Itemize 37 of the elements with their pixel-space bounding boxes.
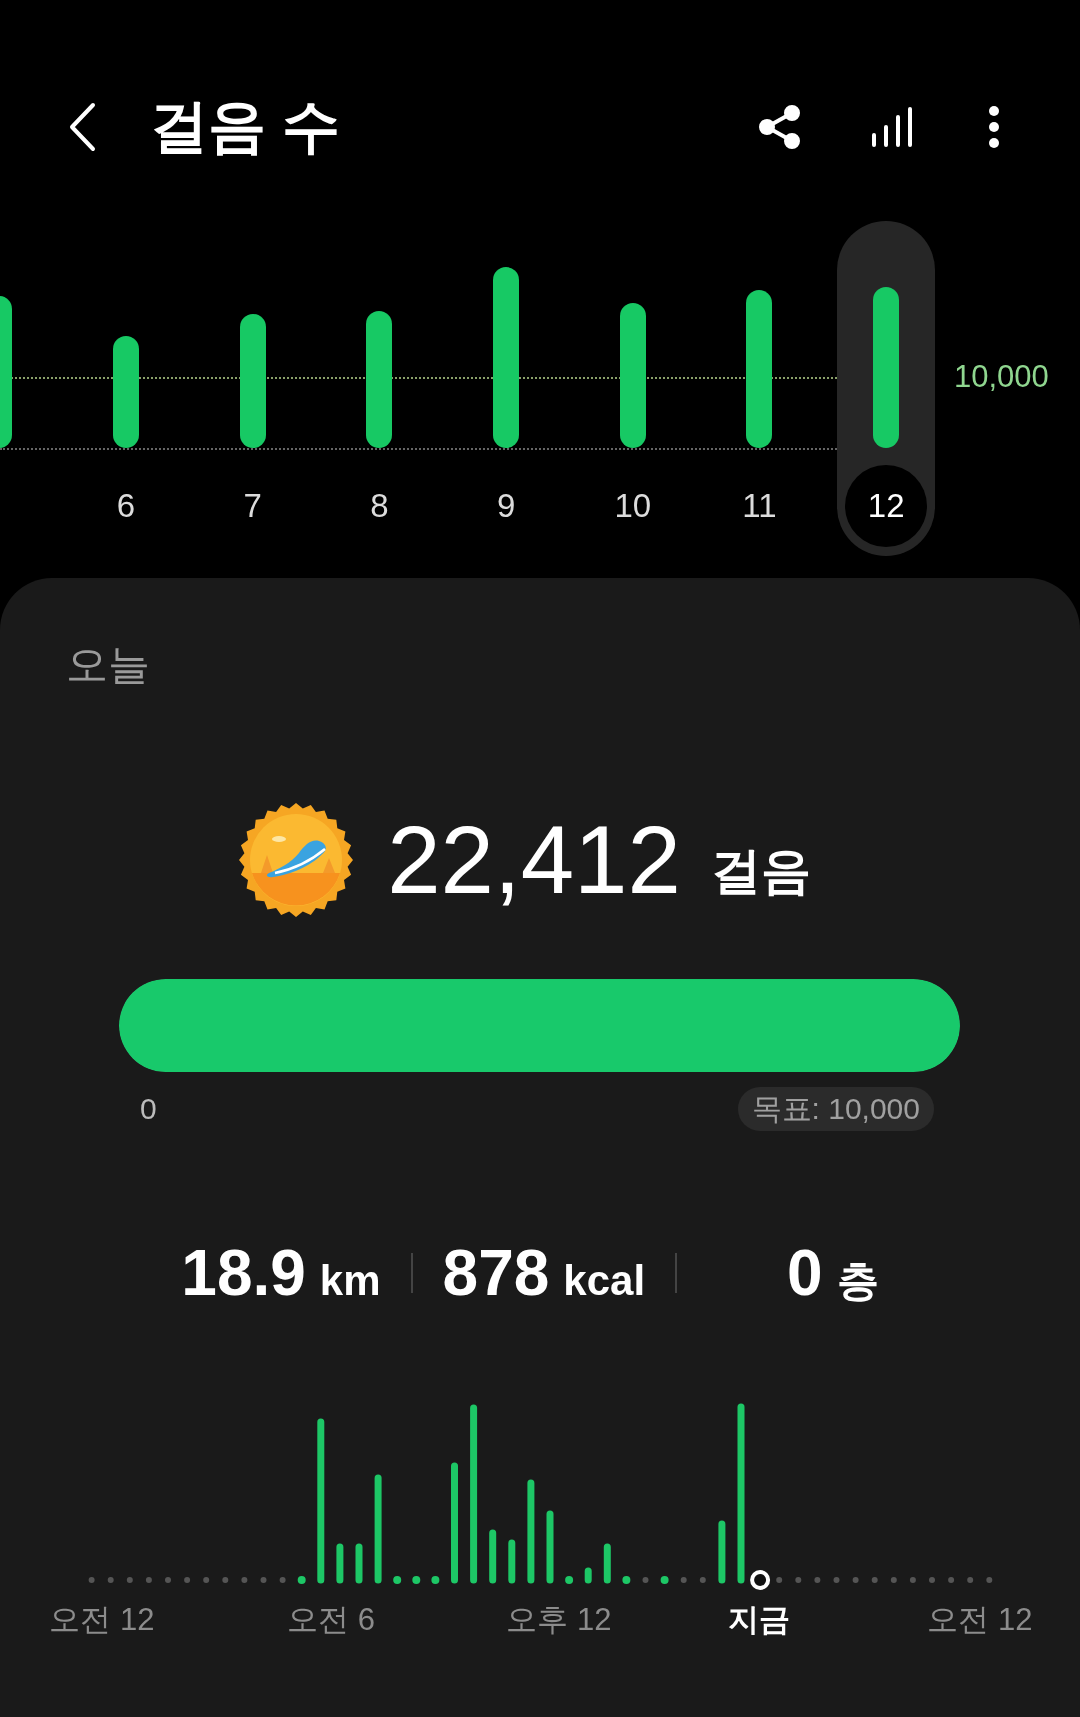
time-axis-label: 오전 6 — [287, 1601, 375, 1639]
goal-axis-label: 10,000 — [954, 358, 1049, 396]
day-label[interactable]: 6 — [85, 465, 168, 547]
stat-value: 878 — [442, 1236, 550, 1310]
stat-unit: km — [319, 1257, 381, 1305]
screen-title: 걸음 수 — [150, 92, 341, 160]
step-unit: 걸음 — [710, 841, 811, 901]
day-label[interactable]: 11 — [718, 465, 801, 547]
day-label[interactable]: 10 — [591, 465, 674, 547]
time-axis-label: 지금 — [728, 1601, 790, 1639]
step-bar[interactable] — [493, 267, 520, 448]
shoe-badge-icon — [239, 803, 354, 917]
day-label[interactable]: 8 — [338, 465, 421, 547]
back-icon[interactable] — [68, 102, 96, 152]
share-icon[interactable] — [758, 105, 802, 149]
step-count: 22,412 — [387, 805, 681, 915]
time-axis-label: 오전 12 — [49, 1601, 155, 1639]
time-axis-label: 오전 12 — [927, 1601, 1033, 1639]
bar-chart-icon[interactable] — [870, 105, 914, 149]
step-bar[interactable] — [239, 314, 266, 448]
stat-unit: kcal — [563, 1257, 646, 1305]
day-label[interactable]: 9 — [465, 465, 548, 547]
step-bar[interactable] — [366, 311, 393, 448]
goal-pill: 목표: 10,000 — [737, 1087, 934, 1131]
step-bar[interactable] — [619, 303, 646, 448]
day-label[interactable]: 7 — [211, 465, 294, 547]
card-title: 오늘 — [66, 640, 150, 690]
progress-start-label: 0 — [140, 1092, 157, 1126]
stat-value: 18.9 — [181, 1236, 306, 1310]
step-bar[interactable] — [746, 290, 773, 448]
stat-value: 0 — [787, 1236, 823, 1310]
step-bar[interactable] — [113, 336, 140, 448]
more-options-icon[interactable] — [988, 106, 1000, 148]
step-bar[interactable] — [873, 287, 900, 448]
time-axis-label: 오후 12 — [506, 1601, 612, 1639]
stat-unit: 층 — [836, 1256, 879, 1306]
day-label[interactable]: 12 — [845, 465, 928, 547]
